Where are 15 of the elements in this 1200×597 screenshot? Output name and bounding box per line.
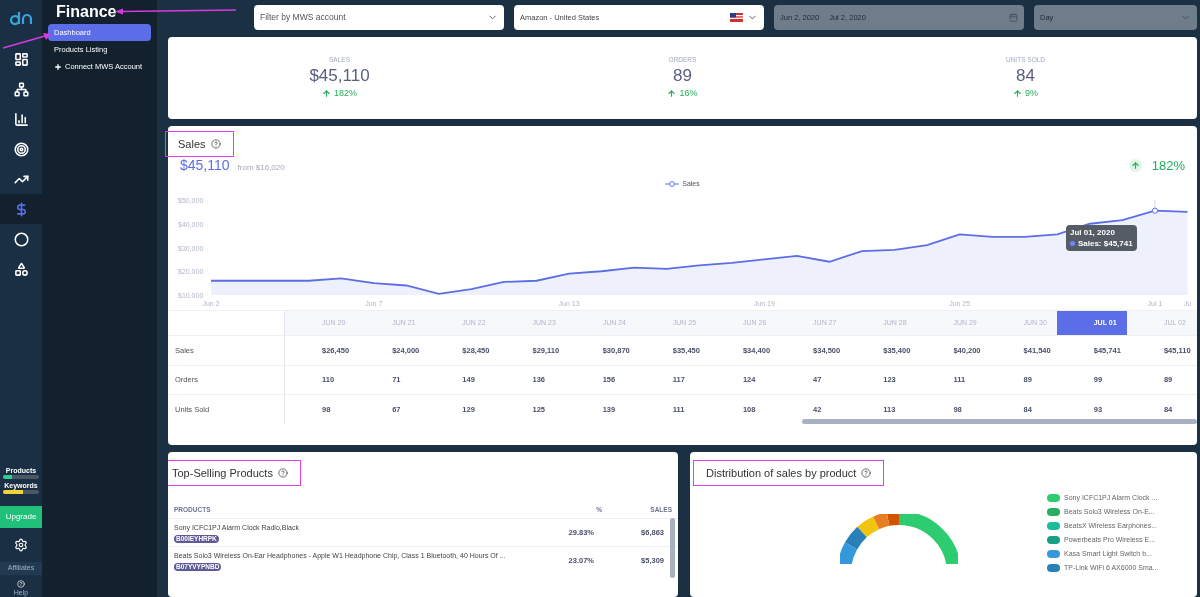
sales-total: $45,110 [180,156,230,176]
change-indicator: 16% [667,87,698,101]
kpi-value: 89 [673,65,692,88]
card-title: Top-Selling Products [172,466,273,481]
kpi-value: $45,110 [309,65,370,88]
tooltip-title: Jul 01, 2020 [1069,226,1116,238]
sales-change: 182% [1151,157,1185,175]
card-title: Distribution of sales by product [706,466,857,481]
kpi-value: 84 [1016,65,1035,88]
tooltip-value: Sales: $45,741 [1077,237,1133,249]
change-indicator: 182% [322,87,357,101]
card-title: Sales [178,137,206,152]
change-indicator: 9% [1013,87,1038,101]
sales-comparison: from $16,020 [237,162,285,175]
section-title: Finance [55,2,118,22]
